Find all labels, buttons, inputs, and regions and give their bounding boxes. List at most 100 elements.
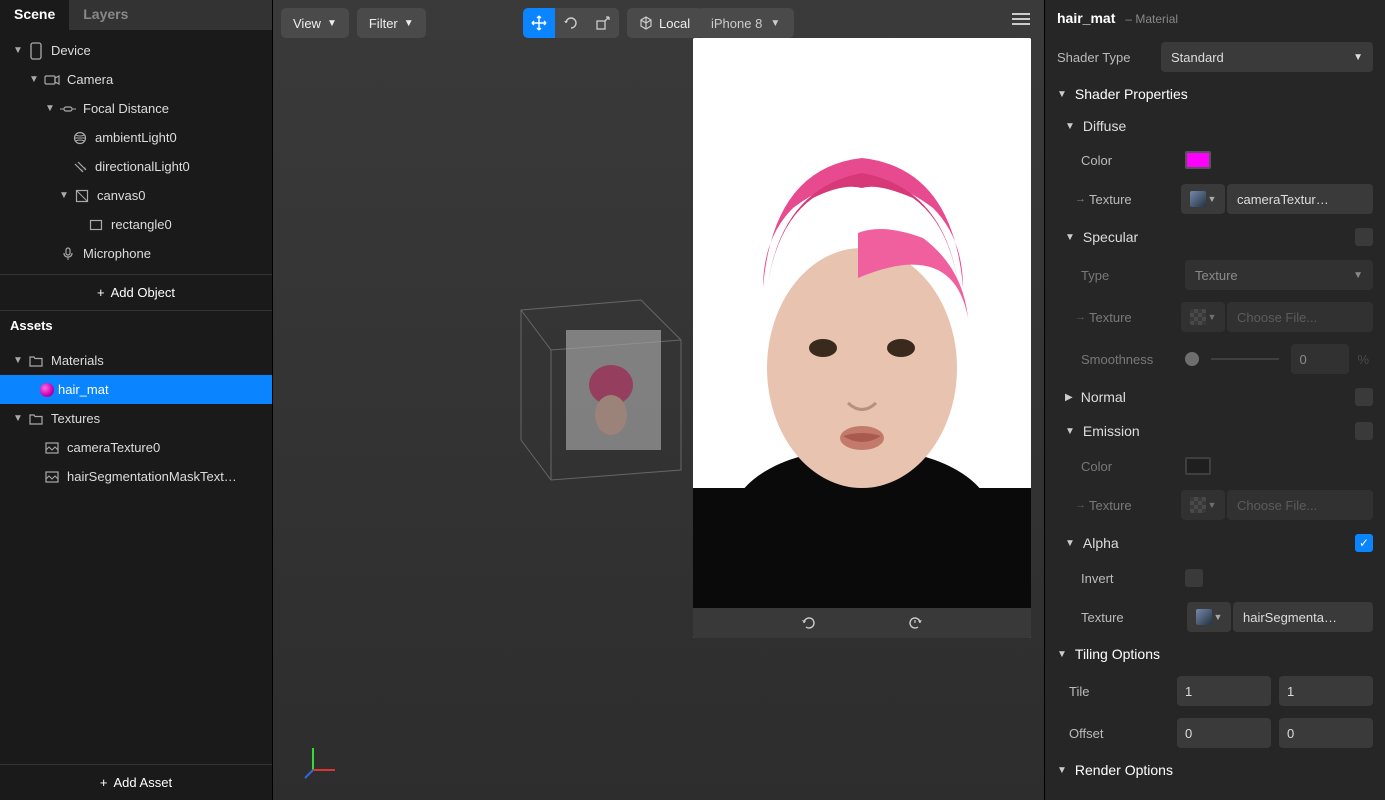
section-shader-properties[interactable]: ▼ Shader Properties xyxy=(1045,78,1385,110)
tree-label: cameraTexture0 xyxy=(67,440,160,455)
diffuse-texture-field[interactable]: cameraTextur… xyxy=(1227,184,1373,214)
tree-item-hair-mat[interactable]: hair_mat xyxy=(0,375,272,404)
section-title: Specular xyxy=(1083,229,1138,245)
tile-y-input[interactable]: 1 xyxy=(1279,676,1373,706)
section-title: Tiling Options xyxy=(1075,646,1160,662)
tree-item-camera-texture[interactable]: cameraTexture0 xyxy=(0,433,272,462)
tree-item-camera[interactable]: ▼ Camera xyxy=(0,65,272,94)
tree-item-rectangle[interactable]: rectangle0 xyxy=(0,210,272,239)
link-arrow-icon: → xyxy=(1075,499,1089,511)
normal-toggle[interactable] xyxy=(1355,388,1373,406)
tree-item-hair-seg-texture[interactable]: hairSegmentationMaskText… xyxy=(0,462,272,491)
local-label: Local xyxy=(659,16,690,31)
specular-texture-field[interactable]: Choose File... xyxy=(1227,302,1373,332)
camera-icon xyxy=(42,74,62,86)
scale-tool-button[interactable] xyxy=(587,8,619,38)
refresh-icon[interactable] xyxy=(801,615,817,631)
chevron-down-icon: ▼ xyxy=(1057,89,1067,100)
tree-item-canvas[interactable]: ▼ canvas0 xyxy=(0,181,272,210)
tree-item-ambient[interactable]: ambientLight0 xyxy=(0,123,272,152)
chevron-down-icon: ▼ xyxy=(1065,538,1075,549)
offset-y-input[interactable]: 0 xyxy=(1279,718,1373,748)
chevron-down-icon: ▼ xyxy=(10,45,26,56)
tree-label: Materials xyxy=(51,353,104,368)
tree-item-device[interactable]: ▼ Device xyxy=(0,36,272,65)
folder-icon xyxy=(26,413,46,425)
tree-item-directional[interactable]: directionalLight0 xyxy=(0,152,272,181)
tree-item-materials[interactable]: ▼ Materials xyxy=(0,346,272,375)
image-icon xyxy=(42,442,62,454)
chevron-down-icon: ▼ xyxy=(327,18,337,29)
emission-texture-thumb[interactable]: ▼ xyxy=(1181,490,1225,520)
offset-x-input[interactable]: 0 xyxy=(1177,718,1271,748)
section-specular[interactable]: ▼ Specular xyxy=(1045,220,1385,254)
viewport[interactable]: View▼ Filter▼ Local iPhone 8 ▼ xyxy=(273,0,1044,800)
tree-item-microphone[interactable]: ▼ Microphone xyxy=(0,239,272,268)
reset-icon[interactable] xyxy=(907,615,923,631)
filter-dropdown[interactable]: Filter▼ xyxy=(357,8,426,38)
tree-label: Textures xyxy=(51,411,100,426)
diffuse-texture-label: Texture xyxy=(1089,192,1181,207)
section-diffuse[interactable]: ▼ Diffuse xyxy=(1045,110,1385,142)
smoothness-value[interactable]: 0 xyxy=(1291,344,1349,374)
rotate-tool-button[interactable] xyxy=(555,8,587,38)
specular-type-dropdown[interactable]: Texture ▼ xyxy=(1185,260,1373,290)
section-render-options[interactable]: ▼ Render Options xyxy=(1045,754,1385,786)
emission-toggle[interactable] xyxy=(1355,422,1373,440)
diffuse-texture-thumb[interactable]: ▼ xyxy=(1181,184,1225,214)
link-arrow-icon: → xyxy=(1075,311,1089,323)
inspector-title: hair_mat xyxy=(1057,10,1115,26)
tree-item-textures[interactable]: ▼ Textures xyxy=(0,404,272,433)
add-asset-button[interactable]: + Add Asset xyxy=(0,764,272,800)
tree-label: directionalLight0 xyxy=(95,159,190,174)
scene-tree: ▼ Device ▼ Camera ▼ Focal Distance ambie… xyxy=(0,30,272,274)
focal-icon xyxy=(58,104,78,114)
emission-color-picker[interactable] xyxy=(1185,457,1211,475)
tree-label: hairSegmentationMaskText… xyxy=(67,469,237,484)
section-alpha[interactable]: ▼ Alpha ✓ xyxy=(1045,526,1385,560)
alpha-texture-thumb[interactable]: ▼ xyxy=(1187,602,1231,632)
chevron-down-icon: ▼ xyxy=(1065,232,1075,243)
rectangle-icon xyxy=(86,219,106,231)
folder-icon xyxy=(26,355,46,367)
scene-3d-canvas xyxy=(511,290,691,490)
section-title: Alpha xyxy=(1083,535,1119,551)
specular-texture-thumb[interactable]: ▼ xyxy=(1181,302,1225,332)
hamburger-menu-icon[interactable] xyxy=(1012,12,1030,26)
plus-icon: + xyxy=(100,775,108,790)
add-asset-label: Add Asset xyxy=(114,775,173,790)
device-selector[interactable]: iPhone 8 ▼ xyxy=(697,8,794,38)
shader-type-dropdown[interactable]: Standard ▼ xyxy=(1161,42,1373,72)
tile-x-input[interactable]: 1 xyxy=(1177,676,1271,706)
tree-label: ambientLight0 xyxy=(95,130,177,145)
assets-tree: ▼ Materials hair_mat ▼ Textures cameraTe… xyxy=(0,340,272,764)
emission-texture-field[interactable]: Choose File... xyxy=(1227,490,1373,520)
move-tool-button[interactable] xyxy=(523,8,555,38)
chevron-down-icon: ▼ xyxy=(1065,426,1075,437)
section-title: Shader Properties xyxy=(1075,86,1188,102)
diffuse-color-label: Color xyxy=(1081,153,1185,168)
alpha-toggle[interactable]: ✓ xyxy=(1355,534,1373,552)
smoothness-slider[interactable] xyxy=(1185,352,1199,366)
shader-type-label: Shader Type xyxy=(1057,50,1161,65)
tree-label: canvas0 xyxy=(97,188,145,203)
diffuse-color-picker[interactable] xyxy=(1185,151,1211,169)
material-swatch-icon xyxy=(40,383,54,397)
tab-layers[interactable]: Layers xyxy=(69,0,272,30)
tree-label: Device xyxy=(51,43,91,58)
view-dropdown[interactable]: View▼ xyxy=(281,8,349,38)
coordinate-space-button[interactable]: Local xyxy=(627,8,702,38)
section-emission[interactable]: ▼ Emission xyxy=(1045,414,1385,448)
tree-label: Microphone xyxy=(83,246,151,261)
tree-item-focal[interactable]: ▼ Focal Distance xyxy=(0,94,272,123)
invert-checkbox[interactable] xyxy=(1185,569,1203,587)
section-tiling[interactable]: ▼ Tiling Options xyxy=(1045,638,1385,670)
alpha-texture-field[interactable]: hairSegmenta… xyxy=(1233,602,1373,632)
section-normal[interactable]: ▶ Normal xyxy=(1045,380,1385,414)
shader-type-value: Standard xyxy=(1171,50,1224,65)
tab-scene[interactable]: Scene xyxy=(0,0,69,30)
tree-label: rectangle0 xyxy=(111,217,172,232)
specular-toggle[interactable] xyxy=(1355,228,1373,246)
add-object-button[interactable]: + Add Object xyxy=(0,274,272,310)
smoothness-label: Smoothness xyxy=(1081,352,1185,367)
